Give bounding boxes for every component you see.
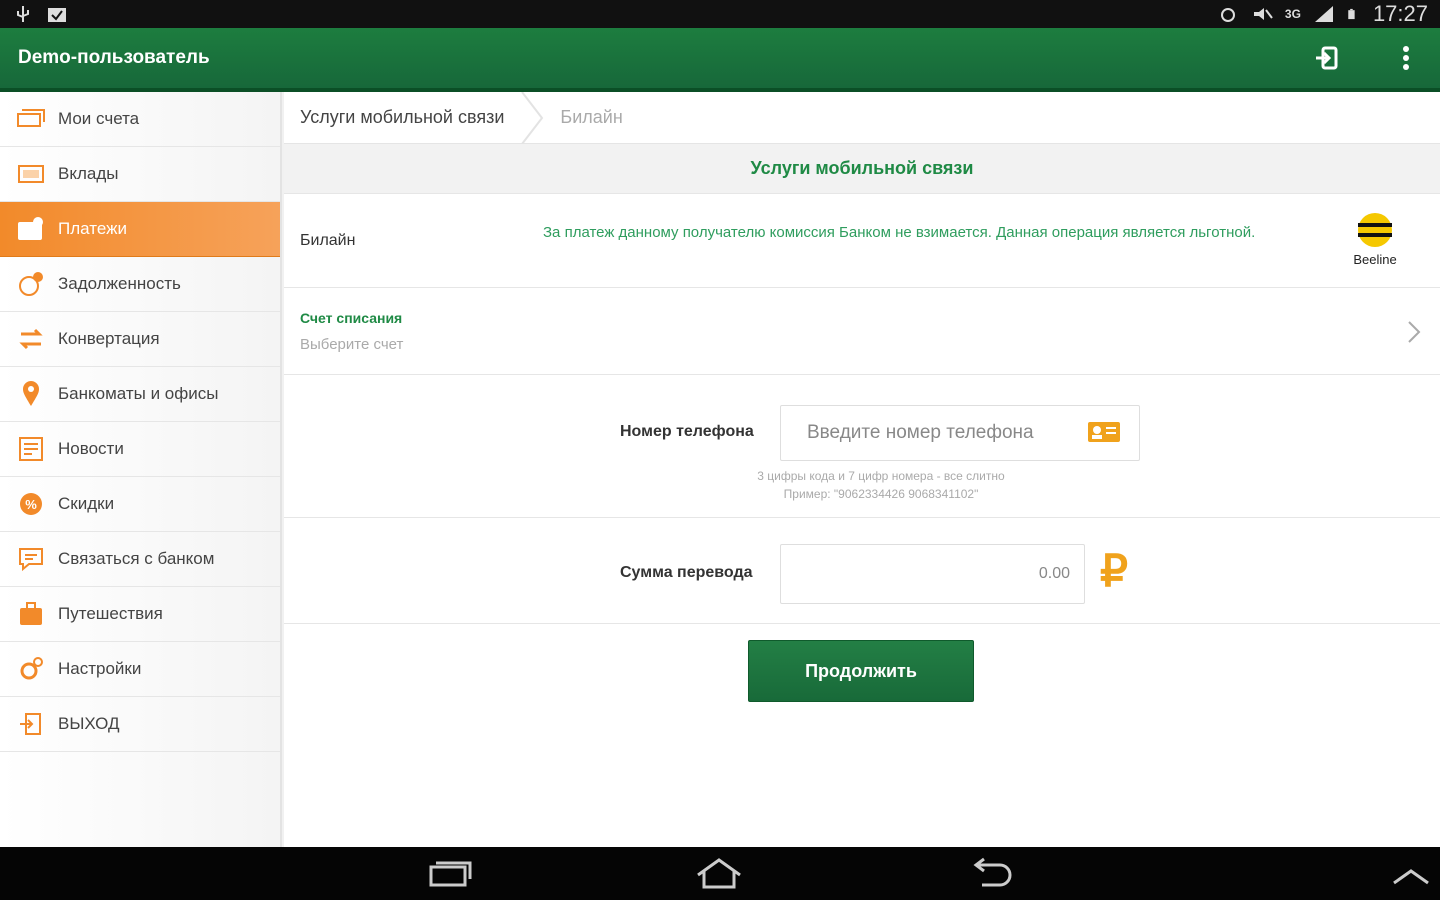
beeline-logo-text: Beeline: [1353, 252, 1397, 267]
amount-label: Сумма перевода: [620, 564, 753, 581]
home-icon[interactable]: [694, 857, 744, 891]
battery-icon: [1348, 8, 1355, 20]
amount-input[interactable]: [780, 544, 1085, 604]
sidebar-item-news[interactable]: Новости: [0, 422, 280, 477]
login-icon: [1316, 46, 1338, 70]
exit-icon: [14, 707, 48, 741]
commission-note: За платеж данному получателю комиссия Ба…: [543, 224, 1256, 241]
status-time: 17:27: [1372, 1, 1428, 26]
breadcrumb: Услуги мобильной связи Билайн: [284, 90, 1440, 145]
status-bar: 3G 17:27: [0, 0, 1440, 28]
sidebar-item-label: Скидки: [58, 494, 115, 513]
chat-icon: [14, 542, 48, 576]
debit-account-label: Счет списания: [300, 309, 403, 326]
sidebar-item-atms[interactable]: Банкоматы и офисы: [0, 367, 280, 422]
breadcrumb-item-mobile[interactable]: Услуги мобильной связи: [284, 107, 520, 128]
back-icon[interactable]: [968, 857, 1018, 891]
sidebar-item-label: Платежи: [58, 219, 127, 238]
recent-apps-icon[interactable]: [424, 857, 474, 891]
overflow-menu-icon: [1403, 46, 1409, 70]
payments-icon: [14, 212, 48, 246]
discount-icon: %: [14, 487, 48, 521]
exchange-icon: [14, 322, 48, 356]
sidebar-item-contact[interactable]: Связаться с банком: [0, 532, 280, 587]
phone-hint-line: 3 цифры кода и 7 цифр номера - все слитн…: [757, 469, 1005, 483]
location-pin-icon: [14, 377, 48, 411]
settings-icon: [14, 652, 48, 686]
chevron-up-icon[interactable]: [1386, 857, 1436, 891]
phone-hint: 3 цифры кода и 7 цифр номера - все слитн…: [696, 467, 1066, 503]
main-content: Услуги мобильной связи Билайн Услуги моб…: [284, 90, 1440, 847]
sidebar-item-deposits[interactable]: Вклады: [0, 147, 280, 202]
sidebar-item-exit[interactable]: ВЫХОД: [0, 697, 280, 752]
deposits-icon: [14, 157, 48, 191]
sidebar-item-label: Конвертация: [58, 329, 160, 348]
sidebar-item-label: Путешествия: [58, 604, 163, 623]
beeline-logo: Beeline: [1340, 212, 1410, 272]
amount-row: Сумма перевода ₽: [284, 518, 1440, 624]
sidebar-item-label: ВЫХОД: [58, 714, 120, 733]
news-icon: [14, 432, 48, 466]
sidebar-item-label: Новости: [58, 439, 124, 458]
suitcase-icon: [14, 597, 48, 631]
sidebar-item-accounts[interactable]: Мои счета: [0, 92, 280, 147]
phone-hint-example: Пример: "9062334426 9068341102": [783, 487, 979, 501]
provider-name: Билайн: [300, 231, 356, 249]
network-type: 3G: [1284, 7, 1301, 21]
chevron-right-icon: [1408, 321, 1421, 343]
app-title: Demo-пользователь: [18, 47, 210, 68]
sidebar-item-label: Связаться с банком: [58, 549, 215, 568]
usb-icon: [17, 6, 29, 22]
phone-row: Номер телефона 3 цифры кода и 7 цифр ном…: [284, 375, 1440, 518]
debt-icon: [14, 267, 48, 301]
signal-icon: [1314, 6, 1333, 22]
checklist-icon: [48, 8, 66, 22]
breadcrumb-item-beeline: Билайн: [560, 107, 623, 127]
alarm-icon: [1220, 8, 1235, 22]
accounts-icon: [14, 102, 48, 136]
sidebar-item-label: Мои счета: [58, 109, 140, 128]
sidebar-item-label: Банкоматы и офисы: [58, 384, 219, 403]
mute-icon: [1253, 8, 1273, 20]
system-nav-bar: [0, 847, 1440, 900]
sidebar-item-debt[interactable]: Задолженность: [0, 257, 280, 312]
beeline-logo-icon: [1358, 213, 1392, 247]
debit-account-selector[interactable]: Счет списания Выберите счет: [284, 288, 1440, 375]
continue-button[interactable]: Продолжить: [748, 640, 974, 702]
svg-text:%: %: [25, 497, 37, 512]
ruble-icon: ₽: [1100, 546, 1128, 596]
section-title: Услуги мобильной связи: [284, 144, 1440, 194]
app-bar: Demo-пользователь: [0, 28, 1440, 92]
phone-label: Номер телефона: [620, 423, 754, 440]
breadcrumb-separator: [520, 90, 544, 145]
sidebar-item-label: Настройки: [58, 659, 142, 678]
overflow-menu-button[interactable]: [1390, 42, 1422, 74]
sidebar: Мои счета Вклады Платежи Задолженность К…: [0, 92, 282, 847]
sidebar-item-label: Задолженность: [58, 274, 181, 293]
sidebar-item-travel[interactable]: Путешествия: [0, 587, 280, 642]
sidebar-item-exchange[interactable]: Конвертация: [0, 312, 280, 367]
sidebar-item-payments[interactable]: Платежи: [0, 202, 280, 257]
login-button[interactable]: [1310, 42, 1342, 74]
provider-row: Билайн За платеж данному получателю коми…: [284, 194, 1440, 288]
sidebar-item-settings[interactable]: Настройки: [0, 642, 280, 697]
contact-card-icon[interactable]: [1086, 419, 1122, 445]
sidebar-item-label: Вклады: [58, 164, 119, 183]
sidebar-item-discounts[interactable]: % Скидки: [0, 477, 280, 532]
debit-account-hint: Выберите счет: [300, 335, 404, 353]
